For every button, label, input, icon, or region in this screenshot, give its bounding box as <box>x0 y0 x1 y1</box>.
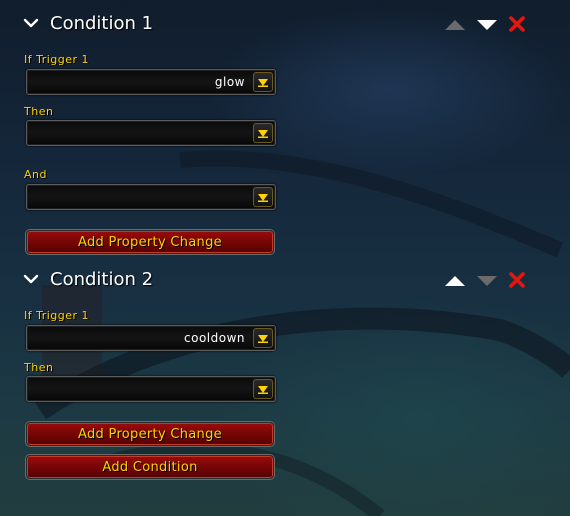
condition-1-trigger-dropdown[interactable]: glow <box>26 69 276 95</box>
condition-2-then-label: Then <box>24 361 54 374</box>
add-condition-button[interactable]: Add Condition <box>26 455 274 479</box>
condition-2-trigger-dropdown[interactable]: cooldown <box>26 325 276 351</box>
condition-2-trigger-label: If Trigger 1 <box>24 309 90 322</box>
dropdown-value: glow <box>214 75 245 89</box>
move-down-icon[interactable] <box>476 16 498 34</box>
conditions-panel: Condition 1 If Trigger 1 glow Then And A… <box>0 0 570 516</box>
move-up-icon[interactable] <box>444 272 466 290</box>
condition-1-then-label: Then <box>24 105 54 118</box>
condition-2-title: Condition 2 <box>50 268 154 290</box>
chevron-down-icon[interactable] <box>22 16 40 30</box>
delete-icon[interactable] <box>506 271 528 289</box>
dropdown-arrow-icon[interactable] <box>253 379 273 399</box>
dropdown-arrow-icon[interactable] <box>253 328 273 348</box>
condition-2-then-dropdown[interactable] <box>26 376 276 402</box>
delete-icon[interactable] <box>506 15 528 33</box>
chevron-down-icon[interactable] <box>22 272 40 286</box>
condition-1-title: Condition 1 <box>50 12 154 34</box>
dropdown-arrow-icon[interactable] <box>253 72 273 92</box>
dropdown-value: cooldown <box>184 331 245 345</box>
condition-1-trigger-label: If Trigger 1 <box>24 53 90 66</box>
move-up-icon[interactable] <box>444 16 466 34</box>
dropdown-arrow-icon[interactable] <box>253 187 273 207</box>
condition-1-and-dropdown[interactable] <box>26 184 276 210</box>
condition-1-then-dropdown[interactable] <box>26 120 276 146</box>
condition-1-add-property-change-button[interactable]: Add Property Change <box>26 230 274 254</box>
condition-1-and-label: And <box>24 168 47 181</box>
condition-2-add-property-change-button[interactable]: Add Property Change <box>26 422 274 446</box>
dropdown-arrow-icon[interactable] <box>253 123 273 143</box>
move-down-icon[interactable] <box>476 272 498 290</box>
